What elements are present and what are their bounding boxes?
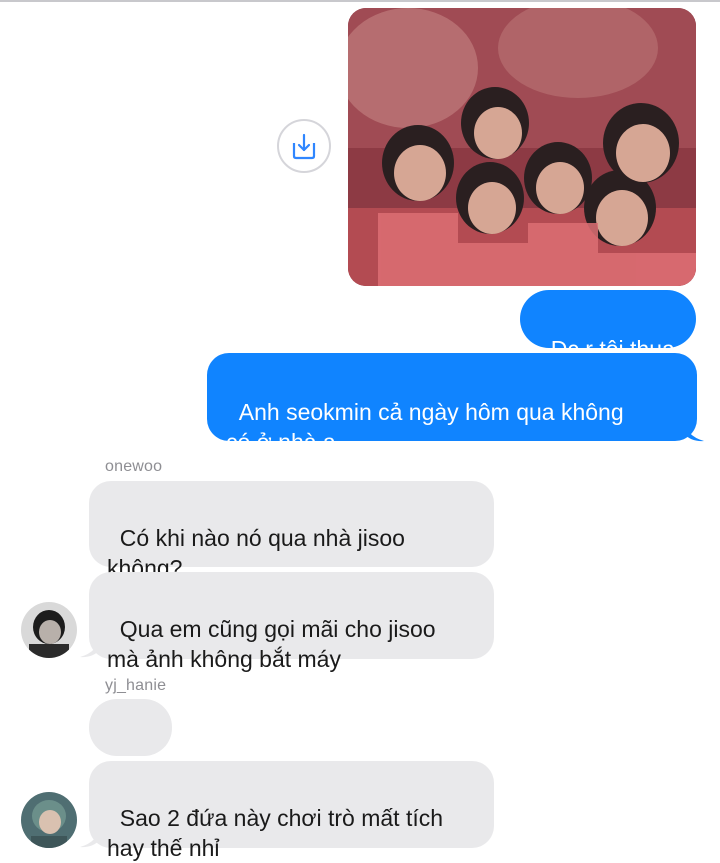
top-divider: [0, 0, 720, 2]
bubble-tail: [684, 420, 704, 442]
avatar-image: [21, 792, 77, 848]
download-tray-icon: [292, 133, 316, 160]
message-bubble-received[interactable]: ????: [89, 699, 172, 800]
bubble-tail: [80, 636, 100, 658]
photo-collage-image: [348, 8, 696, 286]
message-text: Qua em cũng gọi mãi cho jisoo mà ảnh khô…: [107, 616, 436, 672]
message-bubble-received[interactable]: Có khi nào nó qua nhà jisoo không?: [89, 481, 494, 581]
message-text: Sao 2 đứa này chơi trò mất tích hay thế …: [107, 805, 444, 861]
message-text: Anh seokmin cả ngày hôm qua không có ở n…: [226, 399, 624, 455]
avatar-image: [21, 602, 77, 658]
bubble-tail: [80, 826, 100, 848]
avatar[interactable]: [21, 792, 77, 848]
sender-name: yj_hanie: [105, 677, 167, 694]
sender-name: onewoo: [105, 458, 163, 475]
message-bubble-received[interactable]: Qua em cũng gọi mãi cho jisoo mà ảnh khô…: [89, 572, 494, 672]
avatar[interactable]: [21, 602, 77, 658]
save-image-button[interactable]: [277, 119, 331, 173]
message-bubble-received[interactable]: Sao 2 đứa này chơi trò mất tích hay thế …: [89, 761, 494, 861]
message-bubble-sent[interactable]: Anh seokmin cả ngày hôm qua không có ở n…: [207, 353, 697, 455]
image-attachment[interactable]: [348, 8, 696, 286]
message-bubble-sent[interactable]: Đc r tôi thua: [520, 290, 696, 362]
